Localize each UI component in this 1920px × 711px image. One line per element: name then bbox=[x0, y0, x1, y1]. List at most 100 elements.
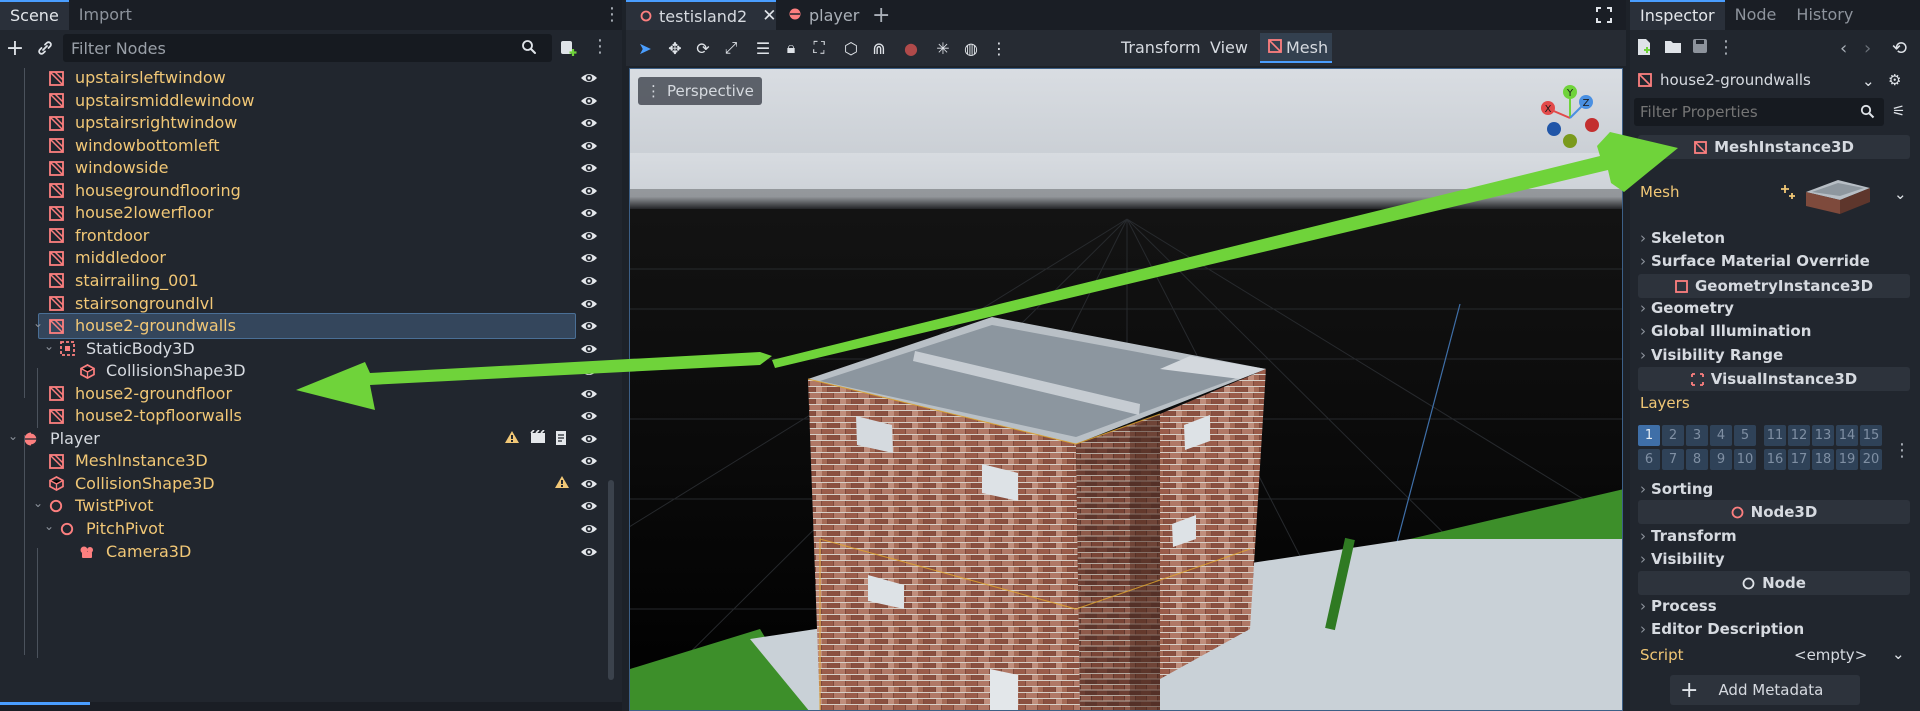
visibility-eye-icon[interactable] bbox=[580, 498, 598, 514]
warning-icon[interactable] bbox=[554, 475, 570, 493]
visibility-eye-icon[interactable] bbox=[580, 273, 598, 289]
tab-history[interactable]: History bbox=[1786, 0, 1863, 30]
section-process[interactable]: Process bbox=[1640, 597, 1717, 615]
local-space-icon[interactable]: ⬡ bbox=[840, 38, 862, 58]
scene-tree-scrollbar[interactable] bbox=[608, 480, 614, 680]
section-visibility[interactable]: Visibility bbox=[1640, 550, 1725, 568]
open-folder-icon[interactable] bbox=[1664, 38, 1682, 54]
tab-scene[interactable]: Scene bbox=[0, 0, 69, 30]
link-icon[interactable] bbox=[34, 36, 56, 60]
toolbar-menu-icon[interactable]: ⋮ bbox=[988, 38, 1010, 58]
mesh-preview[interactable] bbox=[1802, 174, 1874, 216]
scale-tool-icon[interactable]: ⤢ bbox=[720, 38, 742, 58]
node-config-icon[interactable]: ⚙ bbox=[1888, 71, 1901, 89]
search-icon[interactable] bbox=[1860, 104, 1875, 123]
layer-toggle[interactable]: 16 bbox=[1764, 449, 1786, 470]
layer-toggle[interactable]: 2 bbox=[1662, 425, 1684, 446]
layer-toggle[interactable]: 18 bbox=[1812, 449, 1834, 470]
layer-toggle[interactable]: 11 bbox=[1764, 425, 1786, 446]
sun-icon[interactable]: ✳ bbox=[932, 38, 954, 58]
chevron-down-icon[interactable]: ⌄ bbox=[1862, 72, 1875, 90]
visibility-eye-icon[interactable] bbox=[580, 408, 598, 424]
layer-toggle[interactable]: 10 bbox=[1734, 449, 1756, 470]
expand-caret-icon[interactable]: ⌄ bbox=[44, 339, 54, 353]
expand-caret-icon[interactable]: ⌄ bbox=[44, 519, 54, 533]
visibility-eye-icon[interactable] bbox=[580, 476, 598, 492]
section-sorting[interactable]: Sorting bbox=[1640, 480, 1713, 498]
attach-script-icon[interactable] bbox=[558, 38, 578, 62]
save-icon[interactable] bbox=[1692, 38, 1708, 54]
group-icon[interactable]: ⛶ bbox=[808, 38, 830, 58]
view-menu[interactable]: View bbox=[1210, 38, 1248, 57]
inspector-menu-icon[interactable]: ⋮ bbox=[1716, 34, 1736, 62]
layer-toggle[interactable]: 14 bbox=[1836, 425, 1858, 446]
layer-toggle[interactable]: 20 bbox=[1860, 449, 1882, 470]
new-resource-icon[interactable] bbox=[1636, 38, 1652, 56]
tab-node[interactable]: Node bbox=[1725, 0, 1787, 30]
add-metadata-button[interactable]: + Add Metadata bbox=[1670, 675, 1860, 705]
move-tool-icon[interactable]: ✥ bbox=[664, 38, 686, 58]
3d-viewport[interactable]: ⋮ Perspective Y X Z bbox=[629, 68, 1623, 711]
visibility-eye-icon[interactable] bbox=[580, 296, 598, 312]
add-tab-icon[interactable]: + bbox=[872, 0, 890, 30]
layer-toggle[interactable]: 6 bbox=[1638, 449, 1660, 470]
tree-row[interactable]: Camera3D bbox=[0, 538, 610, 566]
rotate-tool-icon[interactable]: ⟳ bbox=[692, 38, 714, 58]
warning-icon[interactable] bbox=[504, 430, 520, 448]
visibility-eye-icon[interactable] bbox=[580, 115, 598, 131]
search-icon[interactable] bbox=[521, 39, 537, 59]
section-skeleton[interactable]: Skeleton bbox=[1640, 229, 1725, 247]
section-geometry[interactable]: Geometry bbox=[1640, 299, 1734, 317]
fullscreen-icon[interactable] bbox=[1596, 0, 1612, 30]
section-global-illumination[interactable]: Global Illumination bbox=[1640, 322, 1811, 340]
visibility-eye-icon[interactable] bbox=[580, 363, 598, 379]
visibility-eye-icon[interactable] bbox=[580, 70, 598, 86]
mesh-dropdown-icon[interactable]: ⌄ bbox=[1894, 185, 1907, 203]
object-history-icon[interactable]: ⟲ bbox=[1892, 38, 1907, 59]
section-editor-description[interactable]: Editor Description bbox=[1640, 620, 1804, 638]
layer-toggle[interactable]: 1 bbox=[1638, 425, 1660, 446]
visibility-eye-icon[interactable] bbox=[580, 160, 598, 176]
layer-toggle[interactable]: 19 bbox=[1836, 449, 1858, 470]
tab-import[interactable]: Import bbox=[69, 0, 142, 30]
layer-toggle[interactable]: 5 bbox=[1734, 425, 1756, 446]
visibility-eye-icon[interactable] bbox=[580, 431, 598, 447]
filter-nodes-input[interactable] bbox=[63, 34, 503, 62]
camera-preview-icon[interactable]: ● bbox=[900, 38, 922, 58]
layer-toggle[interactable]: 15 bbox=[1860, 425, 1882, 446]
visibility-eye-icon[interactable] bbox=[580, 386, 598, 402]
visibility-eye-icon[interactable] bbox=[580, 183, 598, 199]
script-dropdown-icon[interactable]: ⌄ bbox=[1892, 645, 1905, 663]
lock-icon[interactable]: 🔒︎ bbox=[780, 38, 802, 58]
visibility-eye-icon[interactable] bbox=[580, 93, 598, 109]
section-visibility-range[interactable]: Visibility Range bbox=[1640, 346, 1783, 364]
orientation-gizmo[interactable]: Y X Z bbox=[1535, 83, 1605, 153]
history-back-icon[interactable]: ‹ bbox=[1840, 38, 1847, 59]
visibility-eye-icon[interactable] bbox=[580, 318, 598, 334]
visibility-eye-icon[interactable] bbox=[580, 138, 598, 154]
add-node-icon[interactable]: + bbox=[4, 36, 26, 61]
layer-toggle[interactable]: 3 bbox=[1686, 425, 1708, 446]
close-tab-icon[interactable]: ✕ bbox=[762, 6, 776, 26]
visibility-eye-icon[interactable] bbox=[580, 228, 598, 244]
visibility-eye-icon[interactable] bbox=[580, 544, 598, 560]
layer-toggle[interactable]: 7 bbox=[1662, 449, 1684, 470]
layer-toggle[interactable]: 12 bbox=[1788, 425, 1810, 446]
scene-filter-menu-icon[interactable]: ⋮ bbox=[590, 32, 610, 62]
visibility-eye-icon[interactable] bbox=[580, 205, 598, 221]
snap-icon[interactable]: ⋒ bbox=[868, 38, 890, 58]
visibility-eye-icon[interactable] bbox=[580, 521, 598, 537]
visibility-eye-icon[interactable] bbox=[580, 341, 598, 357]
history-forward-icon[interactable]: › bbox=[1864, 38, 1871, 59]
mesh-menu[interactable]: Mesh bbox=[1260, 33, 1332, 63]
tab-inspector[interactable]: Inspector bbox=[1630, 0, 1725, 30]
visibility-eye-icon[interactable] bbox=[580, 453, 598, 469]
expand-caret-icon[interactable]: ⌄ bbox=[33, 496, 43, 510]
tab-player[interactable]: player bbox=[788, 0, 859, 30]
filter-properties-input[interactable] bbox=[1634, 98, 1844, 126]
list-select-icon[interactable]: ☰ bbox=[752, 38, 774, 58]
environment-icon[interactable]: ◍ bbox=[960, 38, 982, 58]
section-transform[interactable]: Transform bbox=[1640, 527, 1737, 545]
tab-testisland2[interactable]: testisland2 ✕ bbox=[626, 0, 776, 30]
section-surface-material-override[interactable]: Surface Material Override bbox=[1640, 252, 1870, 270]
